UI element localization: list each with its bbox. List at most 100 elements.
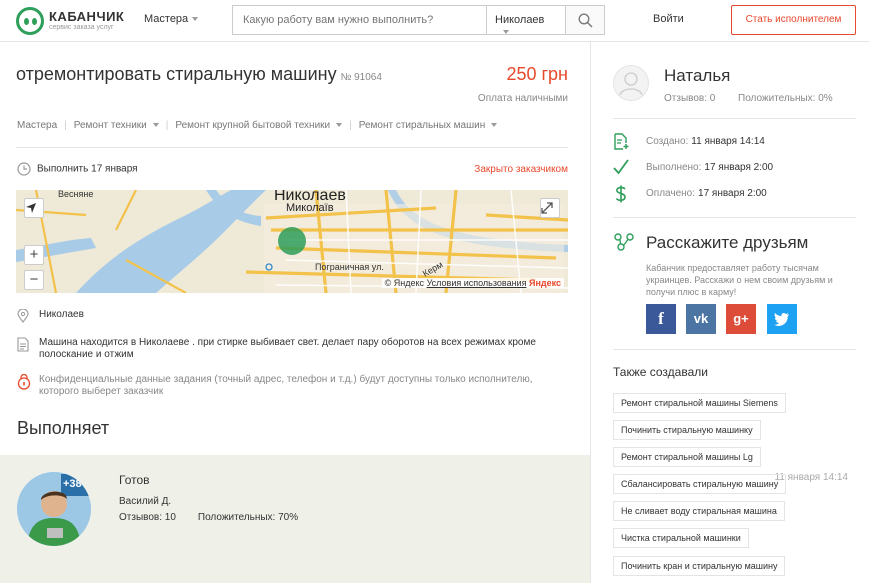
payment-type: Оплата наличными [477, 93, 568, 104]
twitter-share-button[interactable] [767, 304, 797, 334]
location-row: Николаев [17, 309, 569, 323]
expand-icon [541, 202, 553, 214]
related-task-tag[interactable]: Починить стиральную машинку [613, 420, 761, 440]
chevron-down-icon [192, 17, 199, 22]
customer-avatar[interactable] [613, 65, 649, 101]
customer-reviews: Отзывов: 0 [664, 93, 716, 104]
geolocate-button[interactable] [24, 198, 44, 218]
document-icon [17, 337, 29, 352]
breadcrumb: Мастера | Ремонт техники | Ремонт крупной бы… [17, 120, 498, 131]
breadcrumb-item[interactable]: Ремонт крупной бытовой техники [175, 120, 330, 131]
related-task-tag[interactable]: Не сливает воду стиральная машина [613, 501, 785, 521]
timeline-value: 17 января 2:00 [704, 162, 774, 173]
task-title-text: отремонтировать стиральную машину [16, 64, 337, 84]
avatar-badge-text: +38 [63, 478, 82, 490]
city-select[interactable]: Николаев [486, 5, 566, 35]
also-created-heading: Также создавали [613, 365, 708, 379]
timeline-value: 17 января 2:00 [698, 188, 767, 199]
kabanchik-logo-icon[interactable] [16, 7, 44, 35]
column-divider [590, 42, 591, 583]
timeline-label: Выполнено: [646, 162, 702, 173]
document-plus-icon [614, 133, 629, 150]
divider [16, 147, 568, 148]
description-text: Машина находится в Николаеве . при стирк… [39, 337, 536, 360]
closed-status: Закрыто заказчиком [474, 164, 568, 175]
lock-icon [17, 374, 31, 390]
share-icon [614, 233, 634, 251]
privacy-text: Конфиденциальные данные задания (точный … [39, 374, 533, 397]
zoom-out-button[interactable]: − [24, 270, 44, 290]
map-city-ua-label: Миколаїв [286, 202, 334, 214]
user-icon [619, 72, 643, 96]
related-task-tag[interactable]: Чистка стиральной машинки [613, 528, 749, 548]
timeline-label: Создано: [646, 136, 689, 147]
performer-heading: Выполняет [17, 418, 110, 438]
divider [613, 118, 856, 119]
share-description: Кабанчик предоставляет работу тысячам ук… [646, 263, 833, 297]
zoom-in-button[interactable]: + [24, 245, 44, 265]
breadcrumb-separator: | [349, 120, 352, 131]
share-heading: Расскажите друзьям [646, 233, 809, 252]
google-plus-share-button[interactable]: g+ [726, 304, 756, 334]
performer-avatar[interactable]: +38 [17, 472, 91, 546]
terms-link[interactable]: Условия использования [427, 278, 527, 288]
location-text: Николаев [39, 309, 84, 320]
location-map[interactable]: Николаев Миколаїв Весняне Пограничная ул… [16, 190, 568, 293]
dollar-icon [615, 185, 626, 203]
privacy-row: Конфиденциальные данные задания (точный … [17, 374, 569, 400]
become-performer-button[interactable]: Стать исполнителем [731, 5, 856, 35]
chevron-down-icon[interactable] [336, 123, 343, 128]
search-button[interactable] [565, 5, 605, 35]
checkmark-icon [613, 159, 629, 175]
timeline-value: 11 января 14:14 [691, 136, 765, 147]
performer-positive: Положительных: 70% [197, 512, 299, 523]
clock-icon [17, 162, 31, 176]
brand-tagline: сервис заказа услуг [49, 24, 114, 31]
performer-stats: Отзывов: 10 Положительных: 70% [119, 512, 320, 523]
breadcrumb-item[interactable]: Ремонт стиральных машин [359, 120, 486, 131]
search-icon [578, 13, 593, 28]
fullscreen-button[interactable] [540, 198, 560, 218]
customer-positive: Положительных: 0% [738, 93, 833, 104]
map-label: Весняне [58, 190, 94, 199]
related-task-tag[interactable]: Ремонт стиральной машины Lg [613, 447, 761, 467]
twitter-bird-icon [774, 312, 789, 326]
breadcrumb-separator: | [64, 120, 67, 131]
city-select-value: Николаев [495, 14, 545, 26]
top-header: КАБАНЧИК сервис заказа услуг Мастера Ник… [0, 0, 869, 42]
navigation-arrow-icon [26, 203, 36, 213]
brand-name[interactable]: КАБАНЧИК [49, 9, 124, 24]
location-pin-icon [17, 309, 29, 323]
performer-reviews: Отзывов: 10 [119, 512, 176, 523]
divider [613, 217, 856, 218]
yandex-logo: Яндекс [528, 278, 561, 288]
divider [613, 349, 856, 350]
task-number: № 91064 [340, 72, 382, 83]
task-title: отремонтировать стиральную машину № 91064 [16, 64, 382, 85]
due-date-text: Выполнить 17 января [37, 163, 138, 175]
breadcrumb-item[interactable]: Мастера [17, 120, 57, 131]
task-location-marker[interactable] [278, 227, 306, 255]
related-task-tag[interactable]: Починить кран и стиральную машину [613, 556, 786, 576]
search-input[interactable] [232, 5, 487, 35]
breadcrumb-item[interactable]: Ремонт техники [74, 120, 147, 131]
performer-status: Готов [119, 473, 150, 487]
customer-name[interactable]: Наталья [664, 66, 730, 86]
masters-menu[interactable]: Мастера [144, 13, 199, 25]
chevron-down-icon[interactable] [152, 123, 159, 128]
due-date: Выполнить 17 января [17, 162, 138, 176]
description-row: Машина находится в Николаеве . при стирк… [17, 337, 569, 363]
vk-share-button[interactable]: vk [686, 304, 716, 334]
timeline-label: Оплачено: [646, 188, 696, 199]
breadcrumb-separator: | [165, 120, 169, 131]
login-link[interactable]: Войти [653, 13, 684, 25]
performer-name[interactable]: Василий Д. [119, 496, 171, 507]
chevron-down-icon[interactable] [491, 123, 498, 128]
map-copyright-text: © Яндекс [384, 278, 425, 288]
related-task-tag[interactable]: Ремонт стиральной машины Siemens [613, 393, 786, 413]
map-copyright: © Яндекс Условия использования Яндекс [381, 278, 564, 288]
map-street-label: Пограничная ул. [315, 262, 384, 272]
facebook-share-button[interactable]: f [646, 304, 676, 334]
masters-label: Мастера [144, 13, 189, 25]
related-task-tag[interactable]: Сбалансировать стиральную машину [613, 474, 787, 494]
